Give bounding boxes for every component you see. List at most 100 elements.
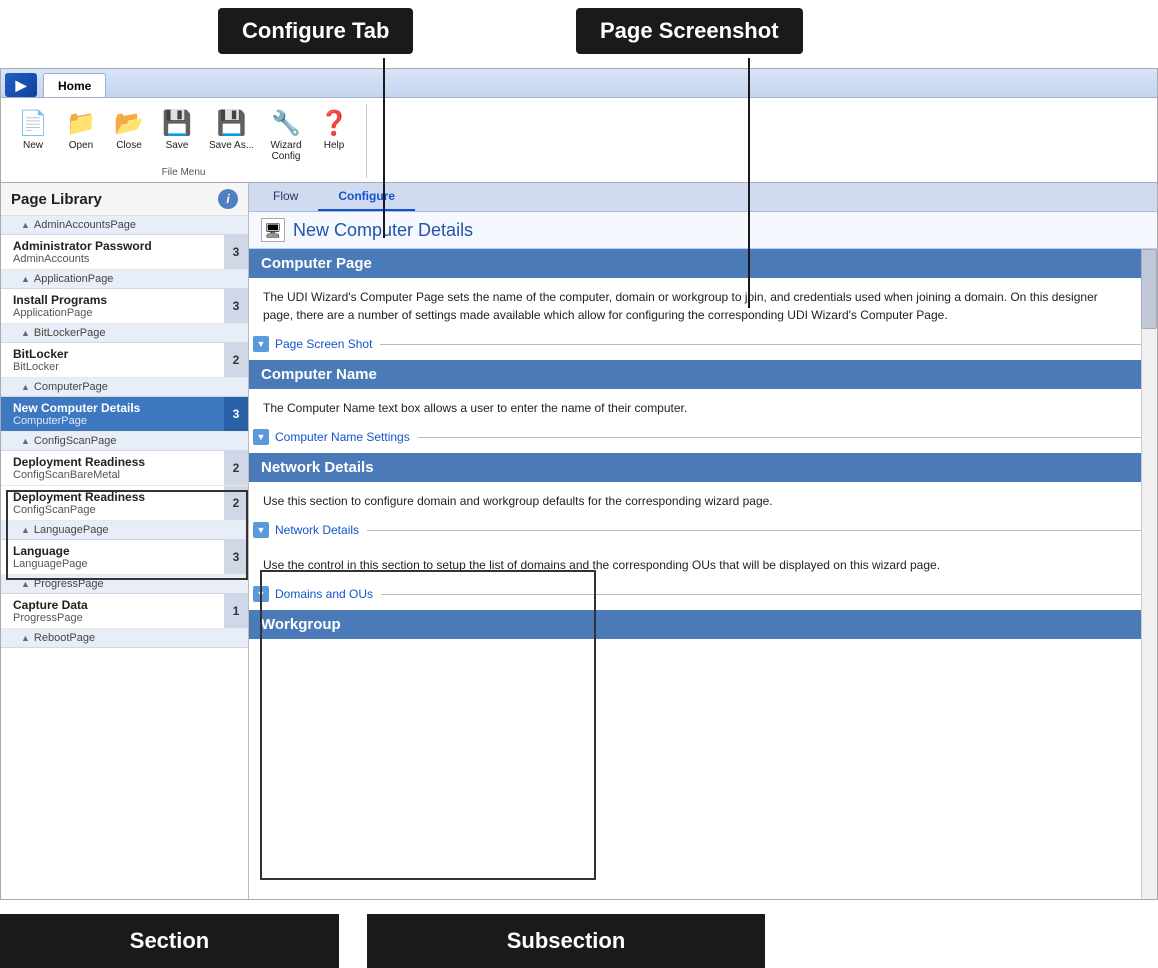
wizard-label: WizardConfig [270, 140, 301, 162]
item-title: Install Programs [13, 293, 216, 307]
sidebar-item-install-programs[interactable]: Install Programs ApplicationPage 3 [1, 289, 248, 324]
section-computer-name-body: The Computer Name text box allows a user… [249, 389, 1141, 425]
tab-configure[interactable]: Configure [318, 183, 415, 211]
section-network-details-body: Use this section to configure domain and… [249, 482, 1141, 518]
sidebar-info-button[interactable]: i [218, 189, 238, 209]
save-icon: 💾 [161, 107, 193, 139]
sidebar-item-content: Language LanguagePage [1, 540, 224, 574]
open-label: Open [69, 140, 93, 151]
subsection-line [418, 437, 1141, 438]
open-icon: 📁 [65, 107, 97, 139]
sidebar-item-deployment-readiness-1[interactable]: Deployment Readiness ConfigScanBareMetal… [1, 451, 248, 486]
subsection-label[interactable]: Page Screen Shot [275, 337, 372, 351]
help-label: Help [324, 140, 345, 151]
ribbon-file-group: 📄 New 📁 Open 📂 Close 💾 Save [11, 104, 367, 178]
open-button[interactable]: 📁 Open [59, 104, 103, 165]
close-button[interactable]: 📂 Close [107, 104, 151, 165]
sidebar-list: ▲ AdminAccountsPage Administrator Passwo… [1, 216, 248, 899]
section-network-details-body2: Use the control in this section to setup… [249, 546, 1141, 582]
subsection-domains-ous[interactable]: ▼ Domains and OUs [249, 582, 1141, 610]
section-network-details-header: Network Details [249, 453, 1141, 482]
section-collapse-icon: ▲ [21, 436, 30, 446]
item-count: 2 [224, 486, 248, 520]
office-button[interactable]: ▶ [5, 73, 37, 97]
save-button[interactable]: 💾 Save [155, 104, 199, 165]
page-library-title: Page Library [11, 191, 102, 208]
sidebar-section-rebootpage: ▲ RebootPage [1, 629, 248, 648]
item-subtitle: ComputerPage [13, 415, 216, 427]
subsection-arrow-icon: ▼ [253, 522, 269, 538]
item-subtitle: ConfigScanPage [13, 504, 216, 516]
wizard-icon: 🔧 [270, 107, 302, 139]
sidebar-item-content: Deployment Readiness ConfigScanPage [1, 486, 224, 520]
sidebar-item-capture-data[interactable]: Capture Data ProgressPage 1 [1, 594, 248, 629]
sidebar-item-admin-password[interactable]: Administrator Password AdminAccounts 3 [1, 235, 248, 270]
help-button[interactable]: ❓ Help [312, 104, 356, 165]
sidebar-item-new-computer-details[interactable]: New Computer Details ComputerPage 3 [1, 397, 248, 432]
scrollbar-thumb[interactable] [1141, 249, 1157, 329]
subsection-label[interactable]: Network Details [275, 523, 359, 537]
section-collapse-icon: ▲ [21, 220, 30, 230]
subsection-arrow-icon: ▼ [253, 586, 269, 602]
save-as-button[interactable]: 💾 Save As... [203, 104, 260, 165]
sidebar-item-bitlocker[interactable]: BitLocker BitLocker 2 [1, 343, 248, 378]
main-content: Page Library i ▲ AdminAccountsPage Admin… [1, 183, 1157, 899]
item-count: 3 [224, 289, 248, 323]
scrollbar-track [1141, 249, 1157, 899]
section-header-label: ApplicationPage [34, 273, 114, 285]
section-collapse-icon: ▲ [21, 633, 30, 643]
item-count: 2 [224, 451, 248, 485]
section-collapse-icon: ▲ [21, 525, 30, 535]
configure-tab-arrow [383, 58, 385, 238]
item-subtitle: ProgressPage [13, 612, 216, 624]
item-subtitle: ApplicationPage [13, 307, 216, 319]
sidebar-section-bitlockerpage: ▲ BitLockerPage [1, 324, 248, 343]
wizard-config-button[interactable]: 🔧 WizardConfig [264, 104, 308, 165]
save-label: Save [166, 140, 189, 151]
item-count: 3 [224, 235, 248, 269]
item-title: New Computer Details [13, 401, 216, 415]
subsection-label[interactable]: Computer Name Settings [275, 430, 410, 444]
close-label: Close [116, 140, 142, 151]
section-header-label: ComputerPage [34, 381, 108, 393]
section-computer-page-body: The UDI Wizard's Computer Page sets the … [249, 278, 1141, 332]
sidebar-section-configscanpage: ▲ ConfigScanPage [1, 432, 248, 451]
ribbon: ▶ Home 📄 New 📁 Open 📂 Close [1, 69, 1157, 183]
subsection-line [380, 344, 1141, 345]
sidebar-header: Page Library i [1, 183, 248, 216]
new-button[interactable]: 📄 New [11, 104, 55, 165]
item-count: 3 [224, 540, 248, 574]
page-title-bar: 🖥 New Computer Details [249, 212, 1157, 249]
sidebar-section-languagepage: ▲ LanguagePage [1, 521, 248, 540]
sidebar-item-language[interactable]: Language LanguagePage 3 [1, 540, 248, 575]
sidebar-section-progresspage: ▲ ProgressPage [1, 575, 248, 594]
tab-home[interactable]: Home [43, 73, 106, 97]
sidebar-item-content: Capture Data ProgressPage [1, 594, 224, 628]
tab-flow[interactable]: Flow [253, 183, 318, 211]
app-container: ▶ Home 📄 New 📁 Open 📂 Close [0, 68, 1158, 900]
subsection-network-details[interactable]: ▼ Network Details [249, 518, 1141, 546]
subsection-line [381, 594, 1141, 595]
item-count: 2 [224, 343, 248, 377]
ribbon-content: 📄 New 📁 Open 📂 Close 💾 Save [1, 97, 1157, 182]
tab-strip: Flow Configure [249, 183, 1157, 212]
help-icon: ❓ [318, 107, 350, 139]
sidebar-item-deployment-readiness-2[interactable]: Deployment Readiness ConfigScanPage 2 [1, 486, 248, 521]
section-header-label: LanguagePage [34, 524, 109, 536]
save-as-icon: 💾 [216, 107, 248, 139]
ribbon-buttons: 📄 New 📁 Open 📂 Close 💾 Save [11, 104, 356, 165]
subsection-arrow-icon: ▼ [253, 429, 269, 445]
section-collapse-icon: ▲ [21, 382, 30, 392]
sidebar-item-content: New Computer Details ComputerPage [1, 397, 224, 431]
section-header-label: RebootPage [34, 632, 95, 644]
subsection-page-screenshot[interactable]: ▼ Page Screen Shot [249, 332, 1141, 360]
section-header-label: ConfigScanPage [34, 435, 117, 447]
sidebar-item-content: Install Programs ApplicationPage [1, 289, 224, 323]
item-title: Capture Data [13, 598, 216, 612]
section-header-label: ProgressPage [34, 578, 104, 590]
subsection-label[interactable]: Domains and OUs [275, 587, 373, 601]
subsection-computer-name-settings[interactable]: ▼ Computer Name Settings [249, 425, 1141, 453]
sidebar-item-content: Administrator Password AdminAccounts [1, 235, 224, 269]
item-title: Language [13, 544, 216, 558]
item-title: BitLocker [13, 347, 216, 361]
